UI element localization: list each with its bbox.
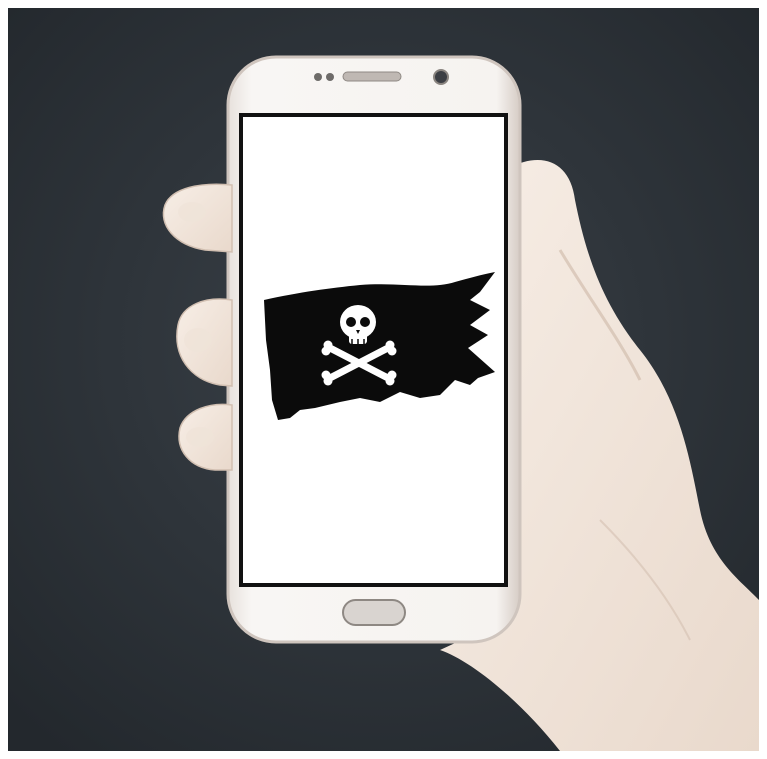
- home-button: [342, 599, 406, 626]
- front-camera: [433, 69, 449, 85]
- fingernail-3: [186, 427, 214, 447]
- sensor-dot-1: [314, 73, 322, 81]
- fingernail-1: [178, 202, 206, 222]
- photo-scene: [0, 0, 767, 759]
- fingernail-2: [184, 328, 212, 352]
- speaker-grille: [342, 71, 402, 82]
- sensor-dot-2: [326, 73, 334, 81]
- photo-illustration: [0, 0, 767, 759]
